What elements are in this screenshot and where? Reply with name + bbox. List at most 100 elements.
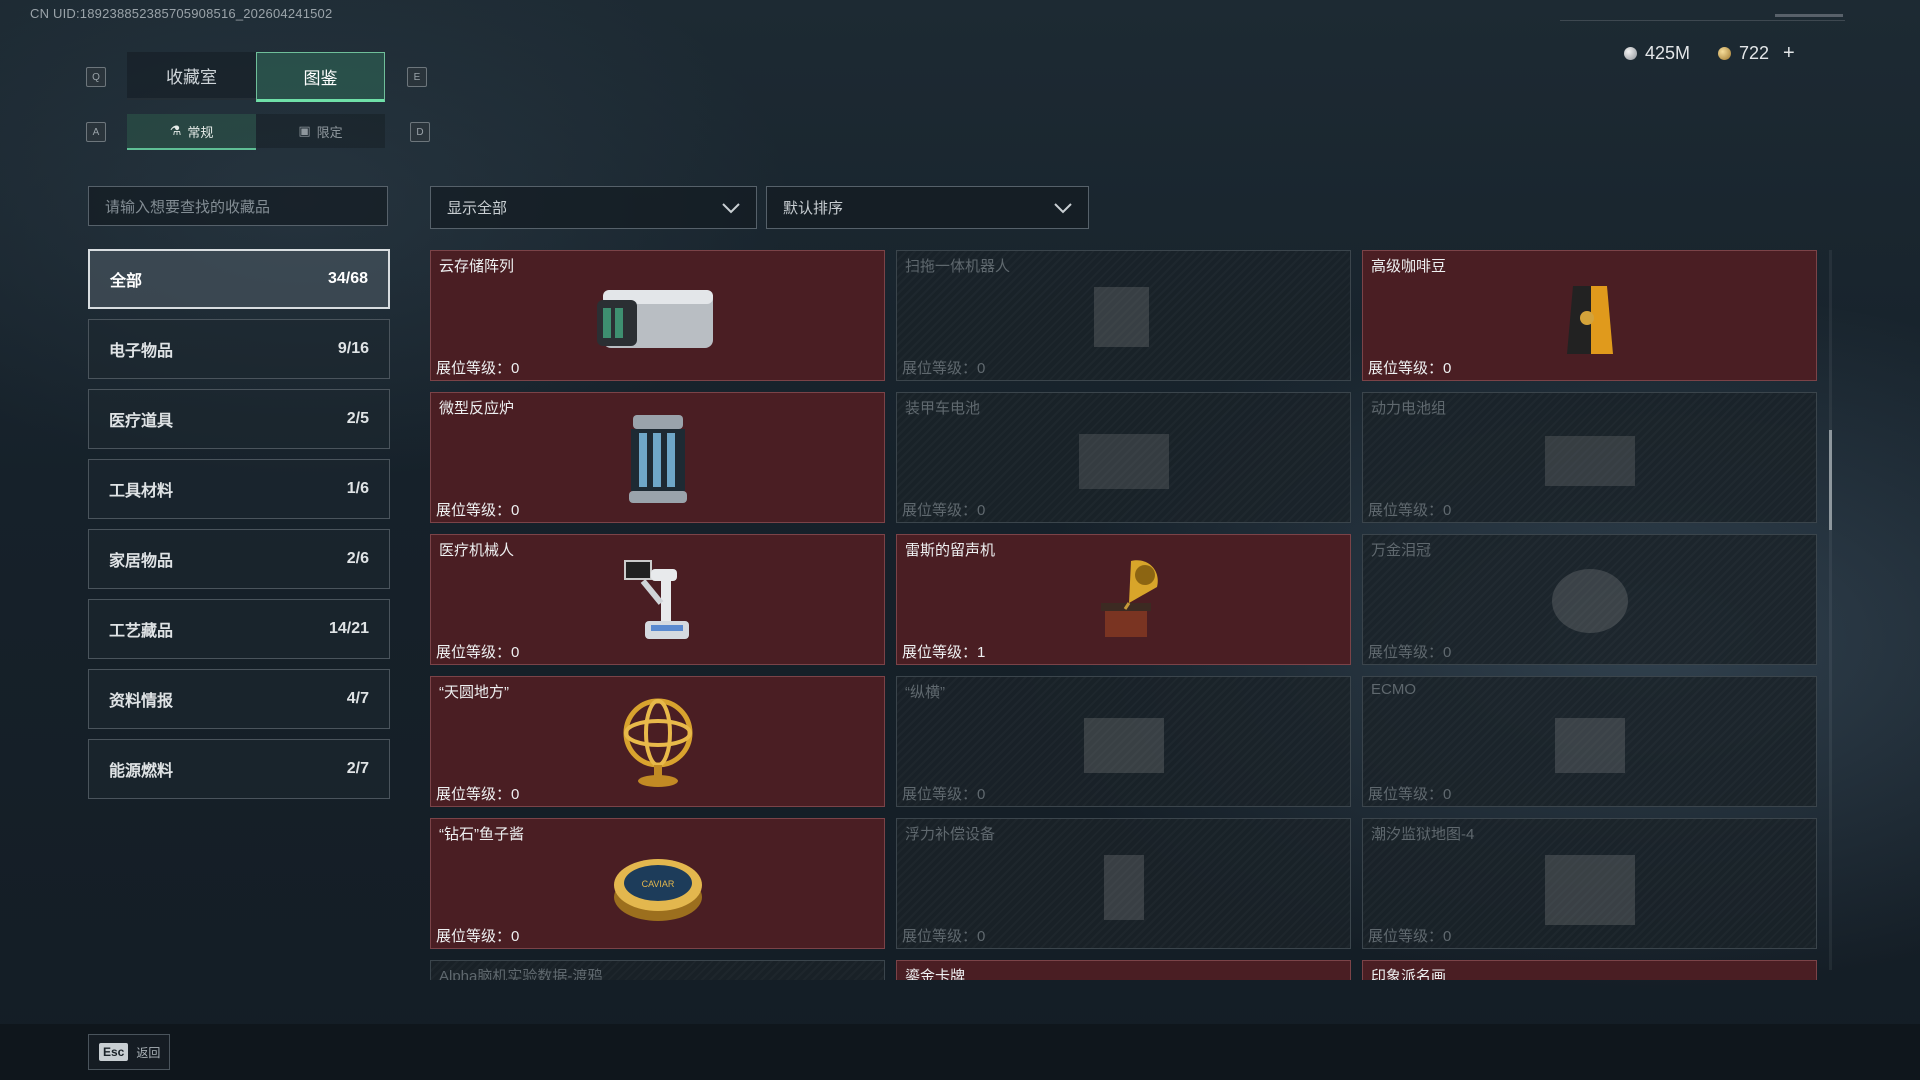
- booth-level: 展位等级：0: [902, 502, 986, 519]
- collectible-card[interactable]: 浮力补偿设备 展位等级：0: [896, 818, 1351, 949]
- collectible-card[interactable]: 雷斯的留声机 展位等级：1: [896, 534, 1351, 665]
- booth-level: 展位等级：0: [902, 786, 986, 803]
- map-icon: [1515, 835, 1665, 935]
- booth-level: 展位等级：0: [1368, 360, 1452, 377]
- key-hint-a: A: [86, 122, 106, 142]
- chess-board-icon: [1049, 693, 1199, 793]
- gold-amount: 722: [1739, 42, 1770, 63]
- category-household[interactable]: 家居物品 2/6: [88, 529, 390, 589]
- collectible-name: 潮汐监狱地图-4: [1371, 826, 1475, 843]
- category-label: 工艺藏品: [109, 623, 174, 640]
- category-count: 2/6: [346, 550, 369, 567]
- collectible-card[interactable]: 扫拖一体机器人 展位等级：0: [896, 250, 1351, 381]
- collectible-name: 装甲车电池: [905, 400, 981, 417]
- robot-vacuum-icon: [1049, 267, 1199, 367]
- category-label: 资料情报: [109, 693, 174, 710]
- silver-amount: 425M: [1645, 42, 1691, 63]
- collectible-card[interactable]: “纵横” 展位等级：0: [896, 676, 1351, 807]
- server-array-icon: [583, 267, 733, 367]
- collectible-grid: 云存储阵列 展位等级：0 扫拖一体机器人 展位等级：0 高级咖啡豆 展位等级：0 微型反应炉…: [430, 250, 1818, 980]
- collectible-card[interactable]: “钻石”鱼子酱 CAVIAR 展位等级：0: [430, 818, 885, 949]
- category-label: 工具材料: [109, 483, 174, 500]
- collectible-card[interactable]: ECMO 展位等级：0: [1362, 676, 1817, 807]
- collectible-card[interactable]: 动力电池组展位等级：0: [1362, 392, 1817, 523]
- sort-value: 默认排序: [783, 200, 844, 217]
- category-count: 9/16: [337, 340, 369, 357]
- caviar-label: CAVIAR: [641, 879, 674, 889]
- buoyancy-device-icon: [1049, 835, 1199, 935]
- category-count: 2/7: [346, 760, 369, 777]
- booth-level: 展位等级：0: [436, 644, 520, 661]
- booth-level: 展位等级：0: [436, 360, 520, 377]
- card-icon: [1049, 977, 1199, 980]
- silver-coin-icon: [1624, 46, 1637, 60]
- add-currency-button[interactable]: +: [1783, 42, 1795, 65]
- battery-icon: [1049, 409, 1199, 509]
- subtab-regular[interactable]: ⚗ 常规: [127, 114, 256, 150]
- sort-dropdown[interactable]: 默认排序: [766, 186, 1089, 229]
- collectible-name: 医疗机械人: [439, 542, 515, 559]
- collectible-name: “天圆地方”: [439, 684, 509, 701]
- booth-level: 展位等级：0: [436, 928, 520, 945]
- collectible-name: Alpha脑机实验数据-渡鸦: [439, 968, 603, 980]
- data-icon: [583, 977, 733, 980]
- key-hint-d: D: [410, 122, 430, 142]
- collectible-card[interactable]: 潮汐监狱地图-4 展位等级：0: [1362, 818, 1817, 949]
- sub-tabs: ⚗ 常规 ▣ 限定: [127, 114, 385, 150]
- collectible-card[interactable]: 装甲车电池展位等级：0: [896, 392, 1351, 523]
- tab-collection-room[interactable]: 收藏室: [127, 52, 256, 100]
- booth-level: 展位等级：0: [1368, 502, 1452, 519]
- collectible-card[interactable]: 云存储阵列展位等级：0: [430, 250, 885, 381]
- category-intel[interactable]: 资料情报 4/7: [88, 669, 390, 729]
- limited-icon: ▣: [298, 123, 311, 138]
- collectible-card[interactable]: 高级咖啡豆 展位等级：0: [1362, 250, 1817, 381]
- collectible-card[interactable]: 微型反应炉 展位等级：0: [430, 392, 885, 523]
- category-label: 医疗道具: [109, 413, 174, 430]
- category-count: 1/6: [346, 480, 369, 497]
- collectible-card[interactable]: 鎏金卡牌: [896, 960, 1351, 980]
- category-energy[interactable]: 能源燃料 2/7: [88, 739, 390, 799]
- silver-currency: 425M: [1624, 40, 1690, 66]
- grid-scrollbar[interactable]: [1829, 250, 1832, 970]
- esc-key-hint: Esc: [99, 1043, 129, 1061]
- category-electronics[interactable]: 电子物品 9/16: [88, 319, 390, 379]
- collectible-name: 浮力补偿设备: [905, 826, 996, 843]
- filter-value: 显示全部: [447, 200, 508, 217]
- scrollbar-thumb[interactable]: [1829, 430, 1832, 530]
- collectible-card[interactable]: 医疗机械人展位等级：0: [430, 534, 885, 665]
- reactor-icon: [583, 409, 733, 509]
- collectible-card[interactable]: “天圆地方” 展位等级：0: [430, 676, 885, 807]
- booth-level: 展位等级：0: [1368, 928, 1452, 945]
- coffee-bag-icon: [1515, 267, 1665, 367]
- filter-dropdown[interactable]: 显示全部: [430, 186, 757, 229]
- category-medical[interactable]: 医疗道具 2/5: [88, 389, 390, 449]
- collectible-name: 万金泪冠: [1371, 542, 1432, 559]
- category-crafts[interactable]: 工艺藏品 14/21: [88, 599, 390, 659]
- category-all[interactable]: 全部 34/68: [88, 249, 390, 309]
- collectible-name: 云存储阵列: [439, 258, 515, 275]
- chevron-down-icon: [1054, 203, 1072, 214]
- collectible-name: “纵横”: [905, 684, 945, 701]
- collectible-name: 动力电池组: [1371, 400, 1447, 417]
- collectible-card[interactable]: 印象派名画: [1362, 960, 1817, 980]
- chevron-down-icon: [722, 203, 740, 214]
- flask-icon: ⚗: [169, 123, 182, 138]
- category-count: 14/21: [328, 620, 369, 637]
- category-tools[interactable]: 工具材料 1/6: [88, 459, 390, 519]
- collectible-card[interactable]: Alpha脑机实验数据-渡鸦: [430, 960, 885, 980]
- main-tabs: 收藏室 图鉴: [127, 52, 385, 102]
- booth-level: 展位等级：0: [1368, 786, 1452, 803]
- category-label: 全部: [110, 273, 143, 290]
- collectible-grid-viewport: 云存储阵列 展位等级：0 扫拖一体机器人 展位等级：0 高级咖啡豆 展位等级：0 微型反应炉…: [430, 250, 1818, 980]
- collectible-name: “钻石”鱼子酱: [439, 826, 524, 843]
- tab-catalog[interactable]: 图鉴: [256, 52, 385, 102]
- category-count: 4/7: [346, 690, 369, 707]
- ecmo-icon: [1515, 693, 1665, 793]
- booth-level: 展位等级：1: [902, 644, 986, 661]
- subtab-limited[interactable]: ▣ 限定: [256, 114, 385, 148]
- collectible-card[interactable]: 万金泪冠 展位等级：0: [1362, 534, 1817, 665]
- collectible-name: 印象派名画: [1371, 968, 1447, 980]
- search-input[interactable]: 请输入想要查找的收藏品: [88, 186, 388, 226]
- painting-icon: [1515, 977, 1665, 980]
- back-button[interactable]: Esc 返回: [88, 1034, 170, 1070]
